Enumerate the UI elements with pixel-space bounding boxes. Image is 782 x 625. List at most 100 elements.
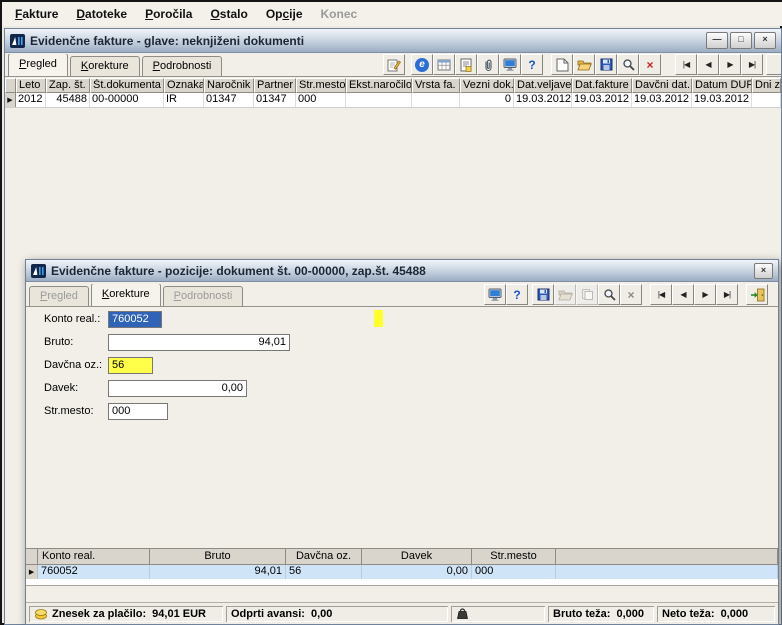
col-header[interactable]: Davčni dat. [632,78,692,93]
help-button[interactable]: ? [521,54,543,75]
close-button[interactable]: × [754,32,776,49]
col-header[interactable]: Dat.fakture [572,78,632,93]
documents-table: Leto Zap. št. Št.dokumenta Oznaka Naročn… [5,78,781,108]
nav-first-icon: |◀ [657,290,665,299]
save-button[interactable] [595,54,617,75]
positions-titlebar[interactable]: Evidenčne fakture - pozicije: dokument š… [26,260,778,282]
table-view-button[interactable] [433,54,455,75]
menu-ostalo[interactable]: Ostalo [201,4,256,24]
col-header[interactable]: Bruto [150,549,286,565]
save-button[interactable] [532,284,554,305]
delete-icon: × [627,287,635,302]
new-button[interactable] [551,54,573,75]
tab-korekture[interactable]: Korekture [90,284,161,306]
nav-next-button[interactable]: ▶ [719,54,741,75]
bruto-teza-label: Bruto teža: [553,607,611,620]
avansi-value: 0,00 [310,607,333,620]
edit-document-button[interactable] [383,54,405,75]
str-mesto-label: Str.mesto: [44,405,94,417]
positions-grid-row[interactable]: ▶ 760052 94,01 56 0,00 000 [26,565,778,579]
col-header[interactable]: Dat.veljave [514,78,572,93]
nav-next-icon: ▶ [702,290,708,299]
tab-pregled[interactable]: Pregled [8,54,68,76]
delete-button[interactable]: × [639,54,661,75]
col-header[interactable]: Str.mesto [296,78,346,93]
currency-icon [34,607,48,620]
search-button[interactable] [598,284,620,305]
col-header[interactable]: Leto [16,78,46,93]
col-header[interactable]: Davčna oz. [286,549,362,565]
search-button[interactable] [617,54,639,75]
col-header[interactable]: Oznaka [164,78,204,93]
col-header[interactable]: Konto real. [38,549,150,565]
maximize-button[interactable]: □ [730,32,752,49]
report-button[interactable] [455,54,477,75]
nav-last-button[interactable]: ▶| [716,284,738,305]
col-header[interactable]: Datum DUR [692,78,752,93]
search-icon [622,58,635,71]
nav-prev-button[interactable]: ◀ [697,54,719,75]
help-button[interactable]: ? [506,284,528,305]
davcna-input[interactable] [108,356,153,374]
nav-prev-button[interactable]: ◀ [672,284,694,305]
znesek-value: 94,01 EUR [152,607,206,620]
close-button[interactable]: × [754,262,773,279]
attachment-button[interactable] [477,54,499,75]
davek-input[interactable] [108,379,247,397]
open-button[interactable] [573,54,595,75]
table-row[interactable]: ▶ 2012 45488 00-00000 IR 01347 01347 000… [5,93,781,108]
monitor-icon [488,288,502,301]
menu-konec[interactable]: Konec [312,4,367,24]
delete-button[interactable]: × [620,284,642,305]
tab-podrobnosti[interactable]: Podrobnosti [141,56,223,76]
col-header[interactable]: Naročnik [204,78,254,93]
cell: 45488 [46,93,90,107]
col-header[interactable]: Davek [362,549,472,565]
nav-first-button[interactable]: |◀ [675,54,697,75]
str-mesto-input[interactable] [108,402,168,420]
tab-korekture[interactable]: Korekture [69,56,140,76]
menu-fakture[interactable]: Fakture [6,4,67,24]
col-header[interactable]: Dni za [752,78,781,93]
nav-last-button[interactable]: ▶| [741,54,763,75]
nav-next-button[interactable]: ▶ [694,284,716,305]
report-icon [460,58,472,72]
e-invoice-button[interactable]: e [411,54,433,75]
col-header[interactable]: Št.dokumenta [90,78,164,93]
davek-label: Davek: [44,382,79,394]
exit-button[interactable] [746,284,768,305]
col-header[interactable]: Partner [254,78,296,93]
delete-icon: × [646,57,654,72]
cell: 760052 [38,565,150,579]
konto-input[interactable] [108,310,162,328]
col-header[interactable]: Ekst.naročilo [346,78,412,93]
col-header[interactable]: Vezni dok. [460,78,514,93]
konto-label: Konto real.: [44,313,101,325]
nav-overflow-button[interactable] [766,54,781,75]
nav-first-icon: |◀ [682,60,690,69]
main-titlebar[interactable]: Evidenčne fakture - glave: neknjiženi do… [5,29,781,53]
status-znesek: Znesek za plačilo: 94,01 EUR [29,606,223,622]
copy-button[interactable] [576,284,598,305]
col-header[interactable]: Vrsta fa. [412,78,460,93]
col-header[interactable]: Str.mesto [472,549,556,565]
menu-datoteke[interactable]: Datoteke [67,4,136,24]
form-row-davcna: Davčna oz.: [44,356,153,374]
tab-pregled[interactable]: Pregled [29,286,89,306]
highlight-marker [374,310,383,327]
monitor-button[interactable] [499,54,521,75]
cell: 19.03.2012 [572,93,632,107]
open-button[interactable] [554,284,576,305]
main-tab-toolbar-row: Pregled Korekture Podrobnosti e ? × |◀ ◀… [5,54,781,77]
menu-opcije[interactable]: Opcije [257,4,312,24]
tab-podrobnosti[interactable]: Podrobnosti [162,286,244,306]
row-indicator: ▶ [5,93,16,107]
monitor-button[interactable] [484,284,506,305]
nav-first-button[interactable]: |◀ [650,284,672,305]
positions-tab-toolbar-row: Pregled Korekture Podrobnosti ? × |◀ ◀ ▶… [26,284,778,307]
col-header[interactable]: Zap. št. [46,78,90,93]
menu-porocila[interactable]: Poročila [136,4,201,24]
minimize-button[interactable]: — [706,32,728,49]
bruto-input[interactable] [108,333,290,351]
positions-grid-empty [26,579,778,585]
